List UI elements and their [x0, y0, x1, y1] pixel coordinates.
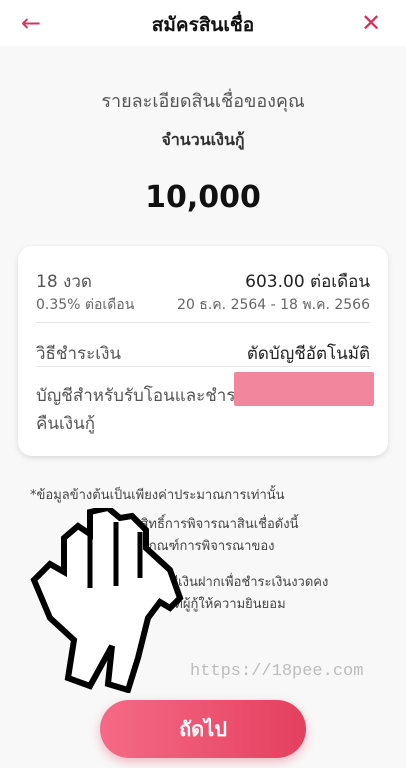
- payment-method-label: วิธีชำระเงิน: [36, 344, 121, 364]
- amount-label: จำนวนเงินกู้: [161, 130, 245, 149]
- account-value-redacted: [234, 372, 374, 406]
- date-range: 20 ธ.ค. 2564 - 18 พ.ค. 2566: [177, 297, 370, 313]
- back-button[interactable]: ←: [14, 8, 48, 38]
- monthly-payment: 603.00 ต่อเดือน: [245, 272, 370, 292]
- close-button[interactable]: ✕: [356, 8, 386, 38]
- loan-amount: 10,000: [145, 180, 261, 215]
- close-icon: ✕: [360, 9, 382, 37]
- watermark: https://18pee.com: [190, 662, 364, 681]
- payment-method-value: ตัดบัญชีอัตโนมัติ: [246, 344, 370, 364]
- divider: [36, 366, 370, 367]
- loan-detail-card: 18 งวด 0.35% ต่อเดือน 603.00 ต่อเดือน 20…: [18, 246, 388, 456]
- estimate-note: *ข้อมูลข้างต้นเป็นเพียงค่าประมาณการเท่าน…: [30, 488, 285, 503]
- details-subtitle: รายละเอียดสินเชื่อของคุณ: [101, 91, 305, 112]
- interest-rate: 0.35% ต่อเดือน: [36, 297, 135, 313]
- arrow-left-icon: ←: [20, 9, 42, 37]
- divider: [36, 322, 370, 323]
- account-label: บัญชีสำหรับรับโอนและชำระคืนเงินกู้: [36, 386, 245, 434]
- installment-row: 18 งวด 0.35% ต่อเดือน 603.00 ต่อเดือน 20…: [36, 264, 370, 320]
- page-title: สมัครสินเชื่อ: [151, 14, 255, 36]
- hand-pointer-icon: [30, 508, 184, 693]
- installment-term: 18 งวด: [36, 272, 92, 292]
- top-app-bar: ← สมัครสินเชื่อ ✕: [0, 0, 406, 46]
- next-button[interactable]: ถัดไป: [100, 700, 306, 758]
